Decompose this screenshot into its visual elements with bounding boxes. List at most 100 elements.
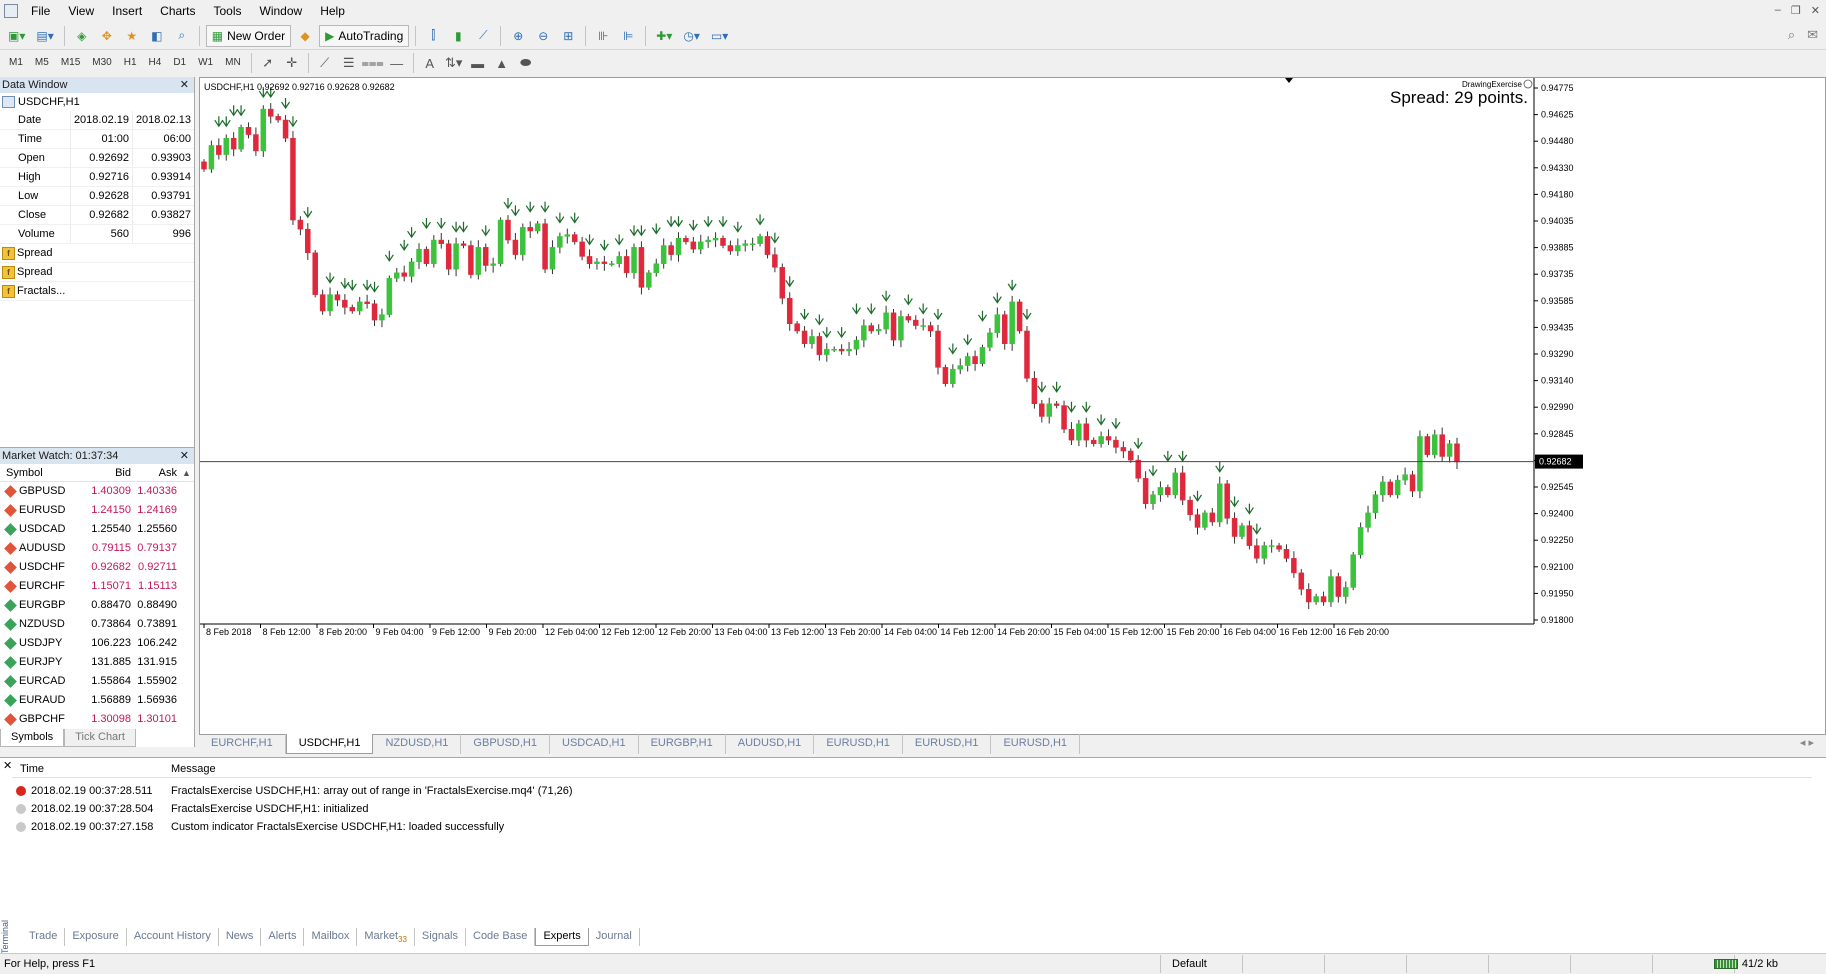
- new-chart-icon[interactable]: ▣▾: [4, 25, 29, 47]
- market-watch-row[interactable]: USDJPY 106.223 106.242: [0, 634, 194, 653]
- fibonacci-icon[interactable]: ⩶: [362, 53, 384, 73]
- tf-w1[interactable]: W1: [193, 54, 218, 72]
- chart-tab[interactable]: EURGBP,H1: [639, 734, 726, 754]
- search-icon[interactable]: ⌕: [1788, 27, 1795, 43]
- menu-file[interactable]: File: [22, 0, 59, 22]
- menu-tools[interactable]: Tools: [205, 0, 251, 22]
- arrows-icon[interactable]: ⇅▾: [443, 53, 465, 73]
- restore-icon[interactable]: ❐: [1791, 4, 1801, 17]
- menu-window[interactable]: Window: [251, 0, 312, 22]
- terminal-tab[interactable]: Alerts: [261, 928, 305, 946]
- chart-tab[interactable]: EURCHF,H1: [199, 734, 286, 754]
- autotrading-button[interactable]: ▶ AutoTrading: [319, 24, 410, 47]
- chart-tab[interactable]: EURUSD,H1: [903, 734, 992, 754]
- tf-m30[interactable]: M30: [87, 54, 116, 72]
- indicators-icon[interactable]: ✚▾: [652, 25, 676, 47]
- terminal-tab[interactable]: Mailbox: [304, 928, 358, 946]
- close-icon[interactable]: ✕: [180, 77, 189, 93]
- chart-window[interactable]: 0.94775 0.94625 0.94480 0.94330 0.94180 0.940…: [199, 77, 1826, 735]
- new-order-button[interactable]: ▦ New Order: [205, 24, 292, 47]
- periods-icon[interactable]: ◷▾: [679, 25, 704, 47]
- market-watch-icon[interactable]: ◈: [71, 25, 93, 47]
- market-watch-row[interactable]: EURAUD 1.56889 1.56936: [0, 691, 194, 710]
- tf-h4[interactable]: H4: [144, 54, 167, 72]
- templates-icon[interactable]: ▭▾: [707, 25, 732, 47]
- col-symbol[interactable]: Symbol: [0, 464, 85, 481]
- scroll-up-icon[interactable]: ▲: [182, 468, 192, 508]
- line-chart-icon[interactable]: ⟋: [472, 25, 494, 47]
- terminal-tab[interactable]: Experts: [535, 928, 589, 946]
- chart-tab[interactable]: GBPUSD,H1: [461, 734, 550, 754]
- zoom-out-icon[interactable]: ⊖: [532, 25, 554, 47]
- chart-tab[interactable]: EURUSD,H1: [814, 734, 903, 754]
- triangle-icon[interactable]: ▲: [491, 53, 513, 73]
- col-message[interactable]: Message: [167, 760, 216, 777]
- chart-shift-marker[interactable]: [1285, 78, 1293, 83]
- chart-shift-icon[interactable]: ⊫: [617, 25, 639, 47]
- close-icon[interactable]: ✕: [3, 759, 12, 772]
- navigator-icon[interactable]: ★: [121, 25, 143, 47]
- cursor-icon[interactable]: ➚: [257, 53, 279, 73]
- tf-d1[interactable]: D1: [168, 54, 191, 72]
- horizontal-line-icon[interactable]: —: [386, 53, 408, 73]
- market-watch-row[interactable]: EURUSD 1.24150 1.24169: [0, 501, 194, 520]
- menu-charts[interactable]: Charts: [151, 0, 204, 22]
- menu-help[interactable]: Help: [311, 0, 354, 22]
- market-watch-row[interactable]: EURCHF 1.15071 1.15113: [0, 577, 194, 596]
- terminal-icon[interactable]: ◧: [146, 25, 168, 47]
- minimize-icon[interactable]: –: [1775, 4, 1781, 17]
- tf-m5[interactable]: M5: [30, 54, 54, 72]
- terminal-tab[interactable]: Signals: [415, 928, 466, 946]
- menu-view[interactable]: View: [59, 0, 103, 22]
- chart-tab[interactable]: USDCHF,H1: [285, 734, 374, 754]
- profiles-icon[interactable]: ▤▾: [32, 25, 57, 47]
- trendline-icon[interactable]: ⟋: [314, 53, 336, 73]
- terminal-tab[interactable]: News: [219, 928, 262, 946]
- indicator-row[interactable]: f Spread: [0, 263, 194, 282]
- terminal-tab[interactable]: Account History: [127, 928, 219, 946]
- autoscroll-icon[interactable]: ⊪: [592, 25, 614, 47]
- metaeditor-icon[interactable]: ◆: [294, 25, 316, 47]
- price-chart[interactable]: 0.94775 0.94625 0.94480 0.94330 0.94180 0.940…: [200, 78, 1825, 734]
- market-watch-row[interactable]: USDCHF 0.92682 0.92711: [0, 558, 194, 577]
- chart-tabs-scroll-icon[interactable]: ◂ ▸: [1800, 736, 1814, 749]
- terminal-tab[interactable]: Exposure: [65, 928, 127, 946]
- market-watch-row[interactable]: GBPCHF 1.30098 1.30101: [0, 710, 194, 729]
- market-watch-row[interactable]: EURGBP 0.88470 0.88490: [0, 596, 194, 615]
- terminal-tab[interactable]: Code Base: [466, 928, 536, 946]
- market-watch-row[interactable]: EURJPY 131.885 131.915: [0, 653, 194, 672]
- log-row[interactable]: 2018.02.19 00:37:28.511 FractalsExercise …: [12, 782, 1812, 800]
- chart-tab[interactable]: USDCAD,H1: [550, 734, 639, 754]
- candlestick-icon[interactable]: ▮: [447, 25, 469, 47]
- crosshair-icon[interactable]: ✛: [281, 53, 303, 73]
- market-watch-row[interactable]: USDCAD 1.25540 1.25560: [0, 520, 194, 539]
- terminal-tab[interactable]: Market33: [357, 928, 415, 946]
- chat-icon[interactable]: ✉: [1807, 27, 1818, 43]
- tab-symbols[interactable]: Symbols: [0, 729, 65, 747]
- strategy-tester-icon[interactable]: ⌕: [171, 25, 193, 47]
- text-tool-icon[interactable]: A: [419, 53, 441, 73]
- tf-mn[interactable]: MN: [220, 54, 246, 72]
- ellipse-icon[interactable]: ⬬: [515, 53, 537, 73]
- tf-m1[interactable]: M1: [4, 54, 28, 72]
- indicator-settings-icon[interactable]: [1523, 79, 1533, 89]
- indicator-row[interactable]: f Spread: [0, 244, 194, 263]
- chart-tab[interactable]: EURUSD,H1: [991, 734, 1081, 754]
- data-window-icon[interactable]: ✥: [96, 25, 118, 47]
- chart-tab[interactable]: NZDUSD,H1: [373, 734, 462, 754]
- col-bid[interactable]: Bid: [85, 464, 131, 481]
- log-row[interactable]: 2018.02.19 00:37:28.504 FractalsExercise …: [12, 800, 1812, 818]
- terminal-tab[interactable]: Trade: [22, 928, 66, 946]
- menu-insert[interactable]: Insert: [103, 0, 151, 22]
- col-time[interactable]: Time: [12, 760, 167, 777]
- close-icon[interactable]: ✕: [180, 448, 189, 464]
- col-ask[interactable]: Ask: [131, 464, 177, 481]
- tab-tick-chart[interactable]: Tick Chart: [64, 729, 136, 747]
- rectangle-icon[interactable]: ▬: [467, 53, 489, 73]
- market-watch-row[interactable]: AUDUSD 0.79115 0.79137: [0, 539, 194, 558]
- market-watch-row[interactable]: GBPUSD 1.40309 1.40336: [0, 482, 194, 501]
- tf-m15[interactable]: M15: [56, 54, 85, 72]
- market-watch-row[interactable]: EURCAD 1.55864 1.55902: [0, 672, 194, 691]
- indicator-row[interactable]: f Fractals...: [0, 282, 194, 301]
- connection-status[interactable]: 41/2 kb: [1713, 958, 1778, 970]
